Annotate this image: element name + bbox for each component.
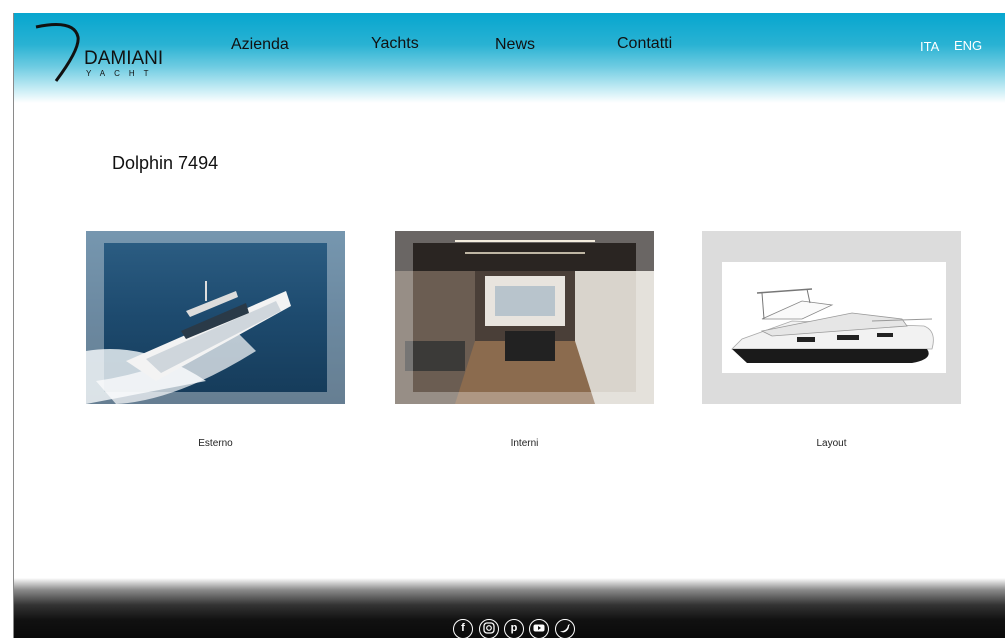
brand-logo[interactable]: DAMIANI YACHT bbox=[34, 23, 184, 83]
youtube-icon[interactable] bbox=[529, 619, 549, 638]
brand-subtitle: YACHT bbox=[86, 69, 158, 78]
twitter-icon[interactable] bbox=[555, 619, 575, 638]
page-title: Dolphin 7494 bbox=[112, 153, 219, 173]
lang-ita[interactable]: ITA bbox=[920, 39, 939, 54]
gallery-card-layout[interactable] bbox=[702, 231, 961, 404]
yacht-exterior-image bbox=[86, 231, 345, 404]
gallery-label-layout[interactable]: Layout bbox=[702, 438, 961, 449]
nav-item-azienda[interactable]: Azienda bbox=[231, 36, 289, 54]
nav-item-news[interactable]: News bbox=[495, 36, 535, 54]
nav-item-yachts[interactable]: Yachts bbox=[371, 35, 419, 53]
gallery-label-interni[interactable]: Interni bbox=[395, 438, 654, 449]
gallery-card-interni[interactable] bbox=[395, 231, 654, 404]
yacht-interior-image bbox=[395, 231, 654, 404]
facebook-icon[interactable]: f bbox=[453, 619, 473, 638]
instagram-icon[interactable] bbox=[479, 619, 499, 638]
page: DAMIANI YACHT Azienda Yachts News Contat… bbox=[13, 13, 1005, 638]
pinterest-icon[interactable]: p bbox=[504, 619, 524, 638]
nav-item-contatti[interactable]: Contatti bbox=[617, 35, 672, 53]
footer: f p bbox=[14, 578, 1005, 638]
header: DAMIANI YACHT Azienda Yachts News Contat… bbox=[14, 13, 1005, 103]
yacht-profile-image bbox=[702, 231, 961, 404]
lang-eng[interactable]: ENG bbox=[954, 38, 982, 53]
gallery-label-esterno[interactable]: Esterno bbox=[86, 438, 345, 449]
gallery-card-esterno[interactable] bbox=[86, 231, 345, 404]
brand-name: DAMIANI bbox=[84, 48, 164, 69]
